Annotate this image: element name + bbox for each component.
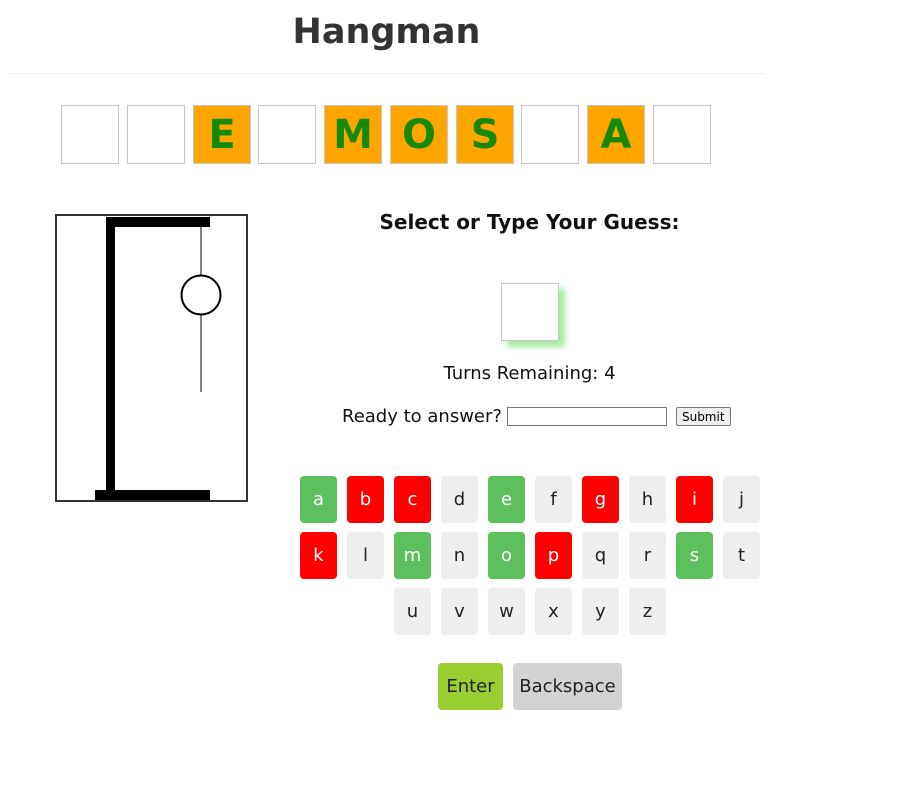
word-tile (127, 105, 185, 164)
key-e[interactable]: e (488, 476, 525, 523)
guess-prompt: Select or Type Your Guess: (379, 210, 680, 234)
key-x[interactable]: x (535, 588, 572, 635)
answer-row: Ready to answer? Submit (342, 406, 731, 427)
key-g[interactable]: g (582, 476, 619, 523)
key-s[interactable]: s (676, 532, 713, 579)
page-title: Hangman (292, 12, 481, 52)
hangman-head (180, 274, 222, 316)
key-r[interactable]: r (629, 532, 666, 579)
submit-button[interactable]: Submit (675, 407, 731, 426)
key-o[interactable]: o (488, 532, 525, 579)
key-d[interactable]: d (441, 476, 478, 523)
gallows-post (106, 217, 115, 495)
key-l[interactable]: l (347, 532, 384, 579)
gallows-top-beam (106, 217, 210, 227)
answer-input[interactable] (506, 407, 667, 426)
enter-button[interactable]: Enter (438, 663, 503, 710)
key-h[interactable]: h (629, 476, 666, 523)
key-j[interactable]: j (723, 476, 760, 523)
word-tile: E (193, 105, 251, 164)
word-tile: M (324, 105, 382, 164)
word-tile: A (587, 105, 645, 164)
key-p[interactable]: p (535, 532, 572, 579)
hangman-drawing (55, 214, 248, 502)
key-f[interactable]: f (535, 476, 572, 523)
key-t[interactable]: t (723, 532, 760, 579)
word-tile (258, 105, 316, 164)
key-z[interactable]: z (629, 588, 666, 635)
key-c[interactable]: c (394, 476, 431, 523)
word-tile: O (390, 105, 448, 164)
word-tile (653, 105, 711, 164)
word-tile (521, 105, 579, 164)
answer-label: Ready to answer? (342, 406, 502, 427)
key-q[interactable]: q (582, 532, 619, 579)
word-tile: S (456, 105, 514, 164)
key-m[interactable]: m (394, 532, 431, 579)
current-guess-box[interactable] (501, 283, 559, 341)
key-n[interactable]: n (441, 532, 478, 579)
key-v[interactable]: v (441, 588, 478, 635)
key-b[interactable]: b (347, 476, 384, 523)
word-tile (61, 105, 119, 164)
key-u[interactable]: u (394, 588, 431, 635)
key-w[interactable]: w (488, 588, 525, 635)
key-y[interactable]: y (582, 588, 619, 635)
key-k[interactable]: k (300, 532, 337, 579)
key-a[interactable]: a (300, 476, 337, 523)
key-i[interactable]: i (676, 476, 713, 523)
backspace-button[interactable]: Backspace (513, 663, 622, 710)
turns-remaining: Turns Remaining: 4 (443, 363, 616, 384)
header-divider (8, 73, 765, 74)
gallows-base (95, 490, 210, 500)
